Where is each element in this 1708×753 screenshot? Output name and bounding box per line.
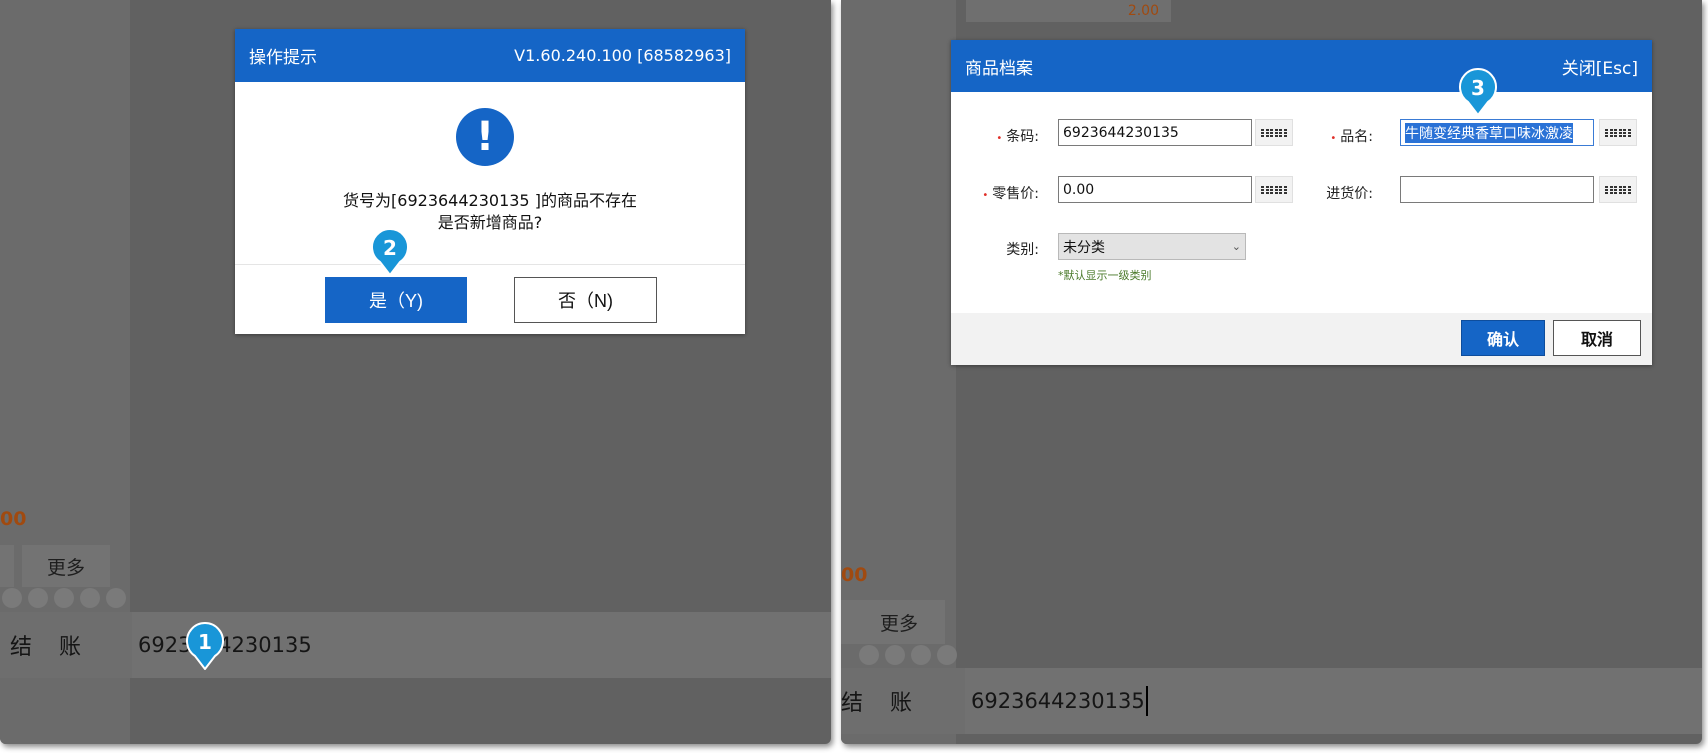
- left-pos-window: 00 更多 结 账 6923644230135 操作提示 V1.60.240.1…: [0, 0, 831, 744]
- barcode-scan-input[interactable]: 6923644230135: [965, 668, 1702, 734]
- marker-1-label: 1: [198, 630, 212, 654]
- dialog-message: 货号为[6923644230135 ]的商品不存在 是否新增商品?: [235, 190, 745, 234]
- checkout-button[interactable]: 结 账: [841, 668, 956, 734]
- confirm-dialog: 操作提示 V1.60.240.100 [68582963] ! 货号为[6923…: [235, 29, 745, 334]
- callout-marker-1: 1: [186, 622, 224, 670]
- category-value: 未分类: [1063, 239, 1105, 256]
- dialog-footer: 是（Y) 否（N): [235, 264, 745, 334]
- product-name-field[interactable]: 牛随变经典香草口味冰激凌: [1400, 119, 1594, 146]
- callout-marker-2: 2: [371, 228, 409, 276]
- scan-value: 6923644230135: [971, 689, 1145, 713]
- marker-2-label: 2: [383, 236, 397, 260]
- screenshot-stage: 00 更多 结 账 6923644230135 操作提示 V1.60.240.1…: [0, 0, 1708, 753]
- purchase-price-field[interactable]: [1400, 176, 1594, 203]
- dialog-header: 商品档案 关闭[Esc]: [951, 40, 1652, 92]
- dialog-footer: 确认 取消: [951, 313, 1652, 365]
- dialog-header: 操作提示 V1.60.240.100 [68582963]: [235, 29, 745, 82]
- scallop-divider: [2, 588, 126, 610]
- keyboard-icon[interactable]: [1599, 176, 1637, 203]
- partial-button[interactable]: [0, 545, 14, 587]
- yes-button[interactable]: 是（Y): [325, 277, 467, 323]
- bottom-bar: 结 账 6923644230135: [841, 668, 1702, 734]
- product-name-label: • 品名:: [1330, 129, 1373, 145]
- keyboard-icon[interactable]: [1255, 176, 1293, 203]
- more-button[interactable]: 更多: [853, 600, 945, 644]
- chevron-down-icon: ⌄: [1231, 240, 1241, 253]
- dialog-title: 操作提示: [249, 48, 317, 68]
- exclamation-icon: !: [456, 108, 514, 166]
- product-dialog: 商品档案 关闭[Esc] • 条码: 6923644230135 • 品名: 牛随变…: [951, 40, 1652, 365]
- retail-price-field[interactable]: 0.00: [1058, 176, 1252, 203]
- price-fragment: 00: [0, 508, 27, 530]
- category-select[interactable]: 未分类 ⌄: [1058, 233, 1246, 260]
- dialog-version: V1.60.240.100 [68582963]: [514, 46, 731, 65]
- partial-button[interactable]: [841, 600, 853, 644]
- text-caret: [1145, 686, 1148, 716]
- cancel-button[interactable]: 取消: [1553, 320, 1641, 356]
- checkout-button[interactable]: 结 账: [0, 612, 122, 678]
- callout-marker-3: 3: [1459, 68, 1497, 116]
- right-pos-window: 2.00 00 更多 结 账 6923644230135 商品档案 关闭[Esc…: [841, 0, 1702, 744]
- barcode-scan-input[interactable]: 6923644230135: [132, 612, 831, 678]
- dialog-title: 商品档案: [965, 58, 1033, 79]
- barcode-label: • 条码:: [996, 129, 1039, 145]
- message-line-1: 货号为[6923644230135 ]的商品不存在: [343, 191, 637, 210]
- top-price-cell: 2.00: [966, 0, 1171, 22]
- bottom-bar: 结 账 6923644230135: [0, 612, 831, 678]
- purchase-price-label: 进货价:: [1326, 186, 1373, 202]
- retail-price-label: • 零售价:: [982, 186, 1039, 202]
- confirm-button[interactable]: 确认: [1461, 320, 1545, 356]
- category-label: 类别:: [1006, 242, 1039, 258]
- dialog-close-link[interactable]: 关闭[Esc]: [1562, 54, 1638, 79]
- keyboard-icon[interactable]: [1255, 119, 1293, 146]
- scallop-divider: [859, 645, 957, 667]
- category-hint: *默认显示一级类别: [1058, 269, 1152, 282]
- barcode-field[interactable]: 6923644230135: [1058, 119, 1252, 146]
- more-button[interactable]: 更多: [22, 545, 110, 587]
- no-button[interactable]: 否（N): [514, 277, 657, 323]
- marker-3-label: 3: [1471, 76, 1485, 100]
- keyboard-icon[interactable]: [1599, 119, 1637, 146]
- message-line-2: 是否新增商品?: [437, 213, 543, 232]
- price-fragment: 00: [841, 564, 868, 586]
